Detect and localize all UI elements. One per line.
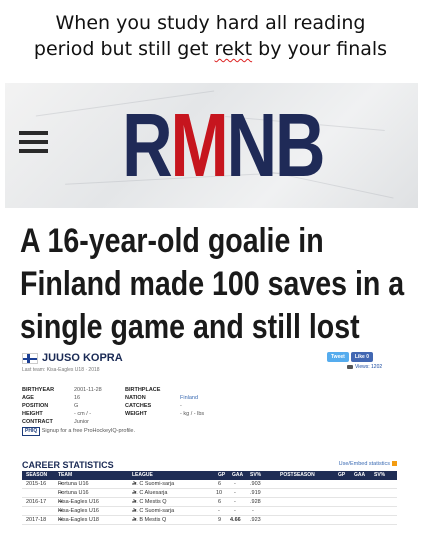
age-value: 16 — [74, 395, 81, 401]
contract-value: Junior — [74, 419, 89, 425]
col-gaa: GAA — [232, 472, 244, 478]
phiq-signup-text[interactable]: Signup for a free ProHockeyIQ-profile. — [42, 428, 135, 434]
embed-statistics-link[interactable]: Use/Embed statistics — [339, 461, 397, 467]
height-value: - cm / - — [74, 411, 92, 417]
logo-nb: NB — [226, 96, 326, 196]
height-label: HEIGHT — [22, 411, 43, 417]
cell-gaa: 4.66 — [230, 517, 241, 523]
logo-m: M — [170, 96, 228, 196]
nation-label: NATION — [125, 395, 146, 401]
catches-label: CATCHES — [125, 403, 152, 409]
table-row: 2016-17 ➔ Kisa-Eagles U16 ➔ Jr. C Mestis… — [22, 498, 397, 507]
stats-header-row: SEASON TEAM LEAGUE GP GAA SV% POSTSEASON… — [22, 471, 397, 480]
caption-rekt-word: rekt — [214, 38, 253, 60]
col-gp: GP — [218, 472, 226, 478]
position-value: G — [74, 403, 79, 409]
site-logo[interactable]: RMNB — [122, 96, 326, 196]
catches-value: - — [180, 403, 182, 409]
finland-flag-icon — [22, 353, 38, 364]
embed-label: Use/Embed statistics — [338, 461, 390, 467]
col-post-gp: GP — [338, 472, 346, 478]
cell-gp: 10 — [216, 490, 223, 496]
caption-line-2c: by your finals — [252, 38, 388, 60]
hamburger-menu-icon[interactable] — [19, 131, 48, 158]
tweet-button[interactable]: Tweet — [327, 352, 349, 362]
col-post-svp: SV% — [374, 472, 386, 478]
like-button[interactable]: Like 0 — [350, 352, 373, 362]
nation-value[interactable]: Finland — [180, 395, 198, 401]
contract-label: CONTRACT — [22, 419, 53, 425]
cell-season: 2016-17 — [26, 499, 47, 505]
table-row: ➔ Kisa-Eagles U16 ➔ Jr. C Suomi-sarja - … — [22, 507, 397, 516]
weight-label: WEIGHT — [125, 411, 147, 417]
phiq-badge[interactable]: PHIQ — [22, 427, 41, 436]
cell-gp: 9 — [218, 517, 222, 523]
cell-svp: .923 — [250, 517, 261, 523]
cell-gaa: - — [234, 499, 236, 505]
last-team: Last team: Kisa-Eagles U18 · 2018 — [22, 367, 100, 373]
caption-line-1: When you study hard all reading — [55, 12, 366, 34]
col-postseason: POSTSEASON — [280, 472, 315, 478]
cell-svp: - — [252, 508, 254, 514]
table-row: 2015-16 ➔ Fortuna U16 ➔ Jr. C Suomi-sarj… — [22, 480, 397, 489]
birthyear-label: BIRTHYEAR — [22, 387, 55, 393]
headline-line-3: single game and still lost — [20, 308, 360, 346]
col-post-gaa: GAA — [354, 472, 366, 478]
cell-svp: .903 — [250, 481, 261, 487]
rss-icon — [392, 461, 397, 467]
meme-caption: When you study hard all reading period b… — [0, 10, 421, 62]
caption-line-2a: period but still get — [33, 38, 215, 60]
article-headline: A 16-year-old goalie in Finland made 100… — [20, 220, 415, 349]
age-label: AGE — [22, 395, 34, 401]
logo-r: R — [122, 96, 173, 196]
col-team: TEAM — [58, 472, 73, 478]
headline-line-1: A 16-year-old goalie in — [20, 222, 324, 260]
player-name: JUUSO KOPRA — [42, 352, 123, 364]
birthplace-label: BIRTHPLACE — [125, 387, 161, 393]
col-svp: SV% — [250, 472, 262, 478]
site-banner: RMNB — [5, 83, 418, 208]
cell-gp: 6 — [218, 499, 222, 505]
cell-gp: 6 — [218, 481, 222, 487]
col-season: SEASON — [26, 472, 48, 478]
caption-line-2: period but still get rekt by your finals — [0, 36, 421, 62]
cell-svp: .928 — [250, 499, 261, 505]
headline-line-2: Finland made 100 saves in a — [20, 265, 405, 303]
cell-gaa: - — [234, 490, 236, 496]
col-league: LEAGUE — [132, 472, 153, 478]
weight-value: - kg / - lbs — [180, 411, 205, 417]
cell-gp: - — [218, 508, 220, 514]
social-buttons: Tweet Like 0 — [327, 352, 373, 362]
cell-svp: .919 — [250, 490, 261, 496]
printer-icon[interactable] — [347, 364, 353, 369]
cell-gaa: - — [234, 508, 236, 514]
table-row: ➔ Fortuna U16 ➔ Jr. C Aluesarja 10 - .91… — [22, 489, 397, 498]
position-label: POSITION — [22, 403, 49, 409]
table-row: 2017-18 ➔ Kisa-Eagles U18 ➔ Jr. B Mestis… — [22, 516, 397, 525]
views-label: Views: 1202 — [355, 364, 383, 370]
cell-season: 2015-16 — [26, 481, 47, 487]
cell-gaa: - — [234, 481, 236, 487]
views-count: Views: 1202 — [347, 364, 382, 370]
birthyear-value: 2001-11-28 — [74, 387, 102, 393]
stats-title: CAREER STATISTICS — [22, 460, 114, 470]
cell-season: 2017-18 — [26, 517, 47, 523]
